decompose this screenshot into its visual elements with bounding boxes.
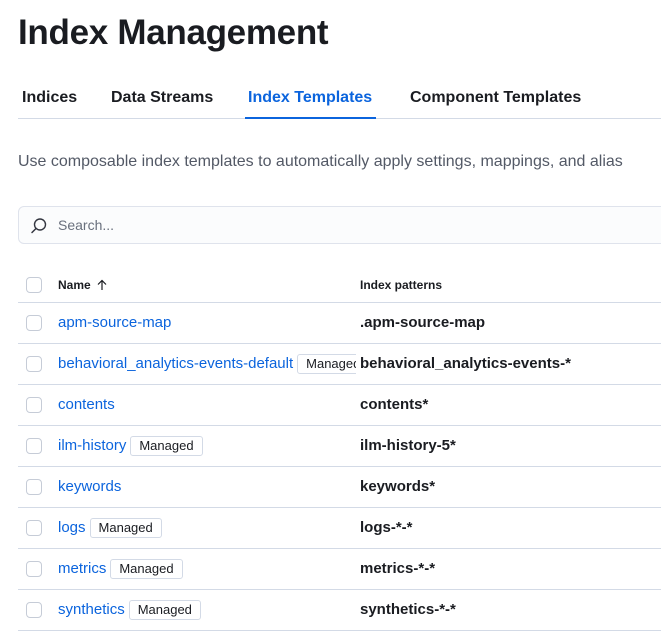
name-cell: ilm-history Managed xyxy=(58,426,356,466)
managed-badge: Managed xyxy=(297,353,356,374)
template-name-link[interactable]: contents xyxy=(58,396,115,413)
index-pattern-cell: logs-*-* xyxy=(360,519,413,536)
managed-badge: Managed xyxy=(89,517,162,538)
index-pattern-cell: keywords* xyxy=(360,478,436,495)
index-pattern-cell: .apm-source-map xyxy=(360,314,486,331)
table-row: contents contents* xyxy=(18,385,661,426)
index-pattern-cell: synthetics-*-* xyxy=(360,601,456,618)
template-name-link[interactable]: ilm-history xyxy=(58,437,126,454)
name-cell: metrics Managed xyxy=(58,549,356,589)
table-header-row: Name Index patterns xyxy=(18,266,661,303)
row-checkbox[interactable] xyxy=(26,520,42,536)
table-row: keywords keywords* xyxy=(18,467,661,508)
templates-table: Name Index patterns apm-source-map .apm-s… xyxy=(18,266,661,631)
table-row: ilm-history Managed ilm-history-5* xyxy=(18,426,661,467)
managed-badge: Managed xyxy=(110,558,183,579)
index-pattern-cell: contents* xyxy=(360,396,429,413)
search-input[interactable] xyxy=(58,207,658,243)
tab-data-streams[interactable]: Data Streams xyxy=(111,78,213,117)
tab-component-templates[interactable]: Component Templates xyxy=(410,78,581,117)
table-row: synthetics Managed synthetics-*-* xyxy=(18,590,661,631)
row-checkbox[interactable] xyxy=(26,397,42,413)
table-row: behavioral_analytics-events-default Manag… xyxy=(18,344,661,385)
arrow-up-icon xyxy=(97,279,107,290)
row-checkbox[interactable] xyxy=(26,561,42,577)
name-cell: contents xyxy=(58,385,356,425)
table-row: apm-source-map .apm-source-map xyxy=(18,303,661,344)
template-name-link[interactable]: apm-source-map xyxy=(58,314,171,331)
row-checkbox[interactable] xyxy=(26,438,42,454)
select-all-checkbox[interactable] xyxy=(26,277,42,293)
tabs-bar: Indices Data Streams Index Templates Com… xyxy=(18,78,661,119)
table-row: logs Managed logs-*-* xyxy=(18,508,661,549)
table-row: metrics Managed metrics-*-* xyxy=(18,549,661,590)
search-box[interactable] xyxy=(18,206,661,244)
template-name-link[interactable]: keywords xyxy=(58,478,121,495)
index-patterns-column-header[interactable]: Index patterns xyxy=(360,266,442,304)
page-title: Index Management xyxy=(18,13,329,52)
template-name-link[interactable]: metrics xyxy=(58,560,106,577)
page-description: Use composable index templates to automa… xyxy=(18,153,623,170)
name-column-header[interactable]: Name xyxy=(58,266,108,304)
managed-badge: Managed xyxy=(130,435,203,456)
name-cell: apm-source-map xyxy=(58,303,356,343)
tab-index-templates[interactable]: Index Templates xyxy=(244,78,377,119)
template-name-link[interactable]: logs xyxy=(58,519,86,536)
tab-indices[interactable]: Indices xyxy=(22,78,77,117)
name-cell: behavioral_analytics-events-default Manag… xyxy=(58,344,356,384)
name-cell: keywords xyxy=(58,467,356,507)
row-checkbox[interactable] xyxy=(26,602,42,618)
row-checkbox[interactable] xyxy=(26,479,42,495)
index-pattern-cell: behavioral_analytics-events-* xyxy=(360,355,571,372)
row-checkbox[interactable] xyxy=(26,315,42,331)
template-name-link[interactable]: synthetics xyxy=(58,601,125,618)
search-icon xyxy=(31,218,47,234)
index-pattern-cell: metrics-*-* xyxy=(360,560,436,577)
managed-badge: Managed xyxy=(128,599,201,620)
template-name-link[interactable]: behavioral_analytics-events-default xyxy=(58,355,293,372)
name-column-label: Name xyxy=(58,278,91,292)
name-cell: synthetics Managed xyxy=(58,590,356,630)
index-pattern-cell: ilm-history-5* xyxy=(360,437,456,454)
row-checkbox[interactable] xyxy=(26,356,42,372)
name-cell: logs Managed xyxy=(58,508,356,548)
